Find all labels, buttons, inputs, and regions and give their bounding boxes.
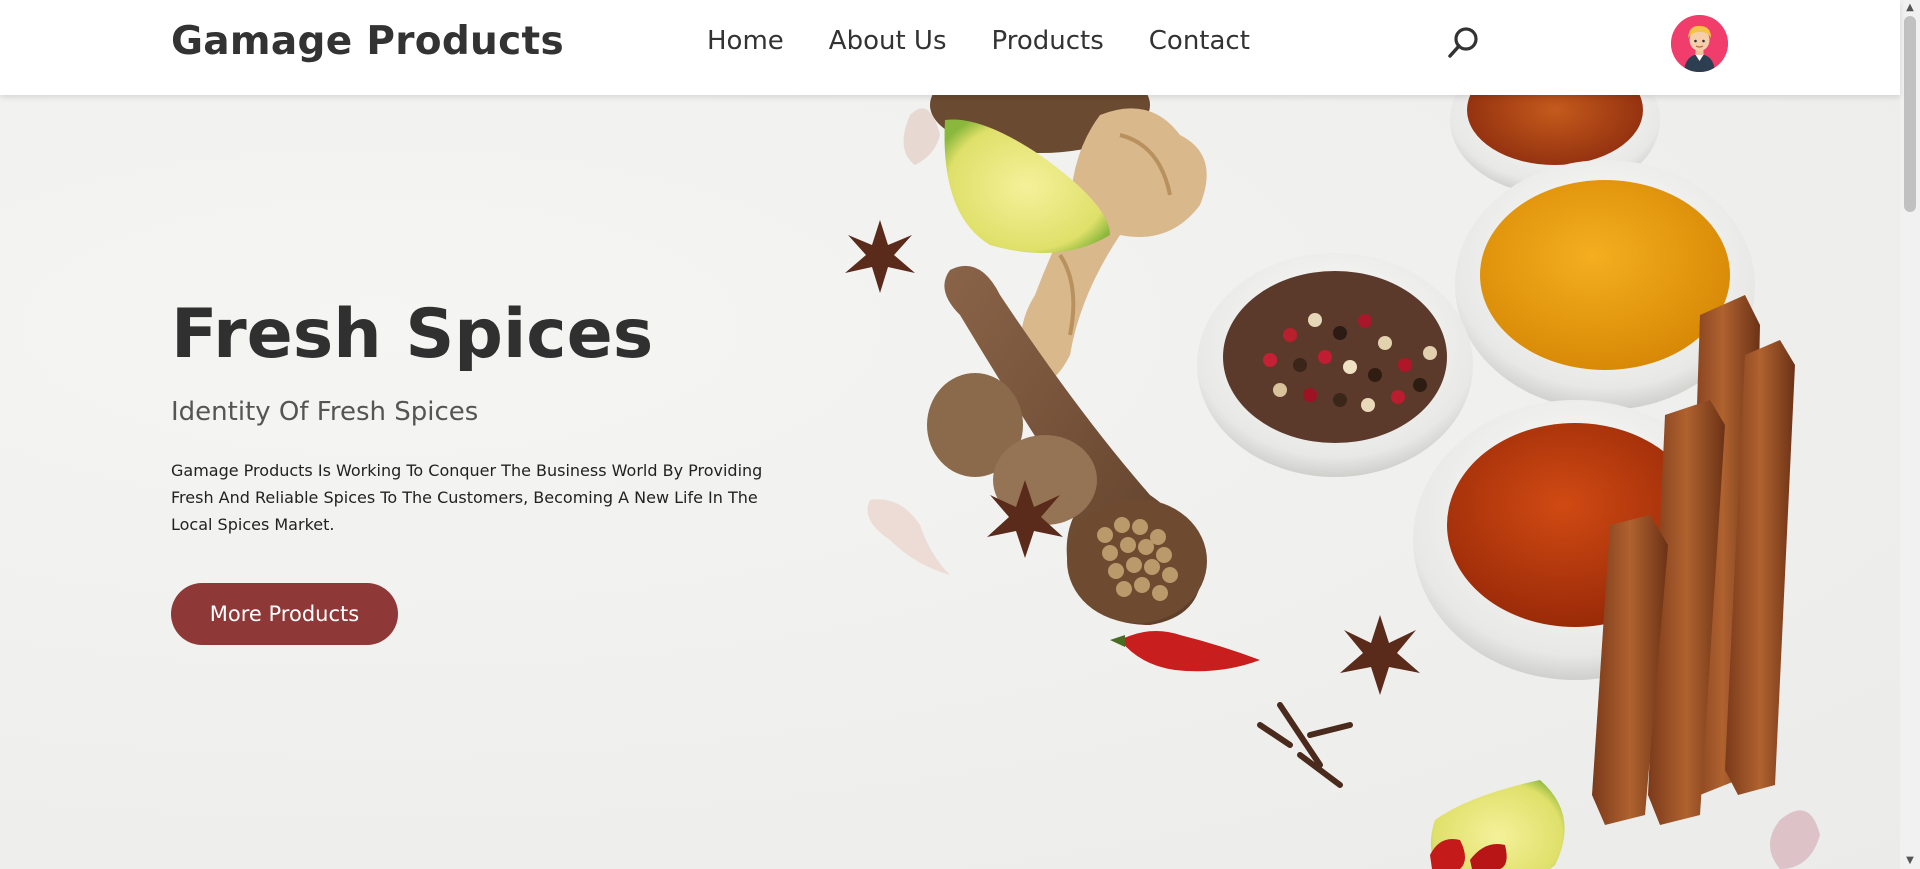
- hero-subtitle: Identity Of Fresh Spices: [171, 397, 479, 427]
- more-products-button[interactable]: More Products: [171, 583, 398, 645]
- avatar-icon: [1671, 15, 1728, 72]
- nav-products[interactable]: Products: [992, 26, 1104, 56]
- search-button[interactable]: [1443, 24, 1483, 64]
- hero-section: Fresh Spices Identity Of Fresh Spices Ga…: [0, 95, 1900, 869]
- nav-about-us[interactable]: About Us: [829, 26, 947, 56]
- scroll-down-arrow-icon[interactable]: ▼: [1900, 853, 1920, 869]
- hero-title: Fresh Spices: [171, 295, 654, 374]
- search-icon: [1448, 27, 1478, 58]
- user-avatar[interactable]: [1671, 15, 1728, 72]
- spices-hero-image: [845, 95, 1820, 869]
- main-nav: Home About Us Products Contact: [707, 26, 1295, 56]
- hero-description: Gamage Products Is Working To Conquer Th…: [171, 461, 763, 534]
- site-header: Gamage Products Home About Us Products C…: [0, 0, 1900, 95]
- page-scrollbar[interactable]: ▲ ▼: [1900, 0, 1920, 869]
- scroll-thumb[interactable]: [1904, 16, 1916, 212]
- nav-contact[interactable]: Contact: [1149, 26, 1250, 56]
- brand-logo[interactable]: Gamage Products: [171, 19, 564, 64]
- scroll-up-arrow-icon[interactable]: ▲: [1900, 0, 1920, 16]
- nav-home[interactable]: Home: [707, 26, 784, 56]
